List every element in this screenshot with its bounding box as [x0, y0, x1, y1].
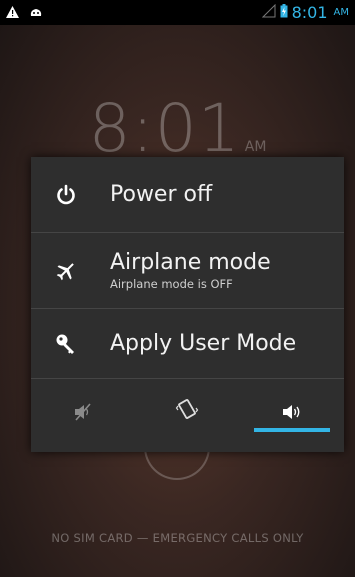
- status-time: 8:01: [291, 3, 328, 22]
- sound-mode-selector: [31, 379, 344, 452]
- sound-on-icon: [281, 405, 303, 425]
- sound-mode-silent[interactable]: [31, 379, 135, 452]
- emergency-calls-text: NO SIM CARD — EMERGENCY CALLS ONLY: [51, 531, 304, 545]
- sound-mode-vibrate[interactable]: [135, 379, 239, 452]
- power-off-item[interactable]: Power off: [31, 157, 344, 233]
- power-menu-dialog: Power off Airplane mode Airplane mode is…: [31, 157, 344, 452]
- selected-sound-indicator: [253, 428, 330, 432]
- apply-user-mode-label: Apply User Mode: [110, 331, 297, 356]
- apply-user-mode-item[interactable]: Apply User Mode: [31, 309, 344, 379]
- sound-mode-sound-on[interactable]: [240, 379, 344, 452]
- signal-icon: [261, 3, 276, 22]
- power-icon: [53, 182, 79, 208]
- airplane-icon: [53, 258, 79, 284]
- lockscreen-clock: 8:01 AM: [0, 90, 355, 167]
- android-debug-icon: [29, 3, 43, 22]
- status-ampm: AM: [333, 7, 349, 18]
- airplane-mode-status: Airplane mode is OFF: [110, 277, 233, 291]
- airplane-mode-label: Airplane mode: [110, 250, 271, 275]
- key-icon: [53, 331, 79, 357]
- lockscreen-ampm: AM: [244, 139, 267, 155]
- status-bar: 8:01 AM: [0, 0, 355, 25]
- power-off-label: Power off: [110, 182, 213, 207]
- silent-icon: [73, 403, 93, 425]
- vibrate-icon: [175, 399, 199, 425]
- lockscreen-time: 8:01: [88, 90, 241, 167]
- battery-icon: [280, 3, 288, 22]
- warning-icon: [6, 3, 19, 22]
- airplane-mode-item[interactable]: Airplane mode Airplane mode is OFF: [31, 233, 344, 309]
